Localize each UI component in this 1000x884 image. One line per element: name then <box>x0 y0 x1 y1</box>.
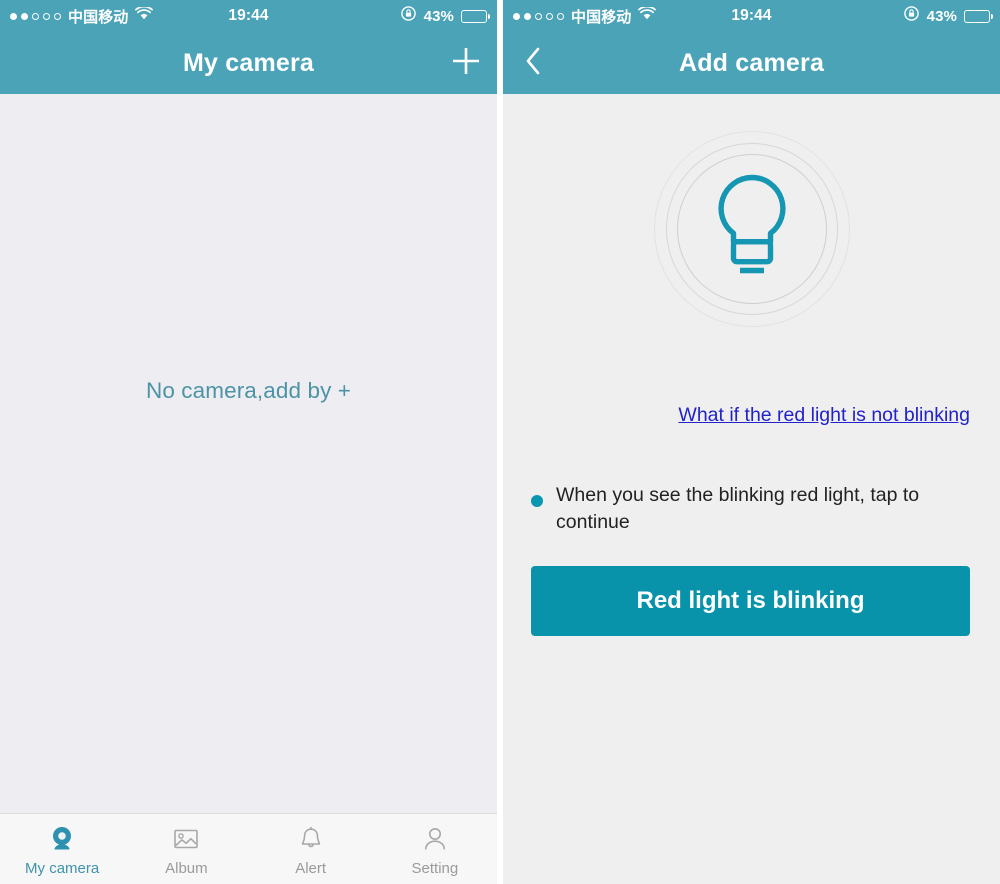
status-bar-left-group: 中国移动 <box>10 5 154 27</box>
signal-strength-icon <box>513 12 564 20</box>
battery-percent-label: 43% <box>423 7 454 25</box>
tab-label-setting: Setting <box>411 860 459 877</box>
bottom-tab-bar: My camera Album Alert Setting <box>0 813 497 884</box>
camera-icon <box>47 823 77 855</box>
wifi-icon <box>135 5 154 25</box>
tab-alert[interactable]: Alert <box>249 823 373 877</box>
tab-my-camera[interactable]: My camera <box>0 823 124 877</box>
status-bar-right: 中国移动 19:44 43% <box>503 0 1000 32</box>
light-bulb-icon <box>704 172 800 287</box>
status-bar-left: 中国移动 19:44 43% <box>0 0 497 32</box>
person-icon <box>420 823 450 855</box>
battery-icon <box>461 9 491 23</box>
right-phone-screen: 中国移动 19:44 43% Add camera What if the re… <box>503 0 1000 884</box>
bulb-illustration <box>503 131 1000 327</box>
nav-bar-right: Add camera <box>503 32 1000 94</box>
plus-icon <box>449 44 483 83</box>
photo-icon <box>171 823 201 855</box>
bullet-dot-icon <box>531 495 543 507</box>
help-link-red-light[interactable]: What if the red light is not blinking <box>678 404 970 427</box>
instruction-text: When you see the blinking red light, tap… <box>556 484 920 533</box>
wifi-icon <box>638 5 657 25</box>
tab-label-my-camera: My camera <box>25 860 100 877</box>
camera-list-empty-area: No camera,add by + <box>0 94 497 813</box>
pulse-rings <box>653 131 850 327</box>
chevron-left-icon <box>521 44 547 83</box>
signal-strength-icon <box>10 12 61 20</box>
empty-state-message: No camera,add by + <box>145 378 352 403</box>
page-title: My camera <box>182 48 315 77</box>
carrier-label: 中国移动 <box>68 8 129 26</box>
page-title: Add camera <box>678 48 825 77</box>
instruction-row: When you see the blinking red light, tap… <box>531 482 972 536</box>
status-bar-right-group: 43% <box>903 5 994 27</box>
add-camera-body: What if the red light is not blinking Wh… <box>503 94 1000 884</box>
tab-setting[interactable]: Setting <box>373 823 497 877</box>
rotation-lock-icon <box>903 5 920 27</box>
tab-label-alert: Alert <box>295 860 327 877</box>
tab-label-album: Album <box>165 860 208 877</box>
add-camera-button[interactable] <box>435 32 497 94</box>
tab-album[interactable]: Album <box>124 823 248 877</box>
back-button[interactable] <box>503 32 565 94</box>
bell-icon <box>296 823 326 855</box>
carrier-label: 中国移动 <box>571 8 632 26</box>
status-bar-right-group: 43% <box>400 5 491 27</box>
battery-percent-label: 43% <box>926 7 957 25</box>
nav-bar-left: My camera <box>0 32 497 94</box>
status-bar-left-group: 中国移动 <box>513 5 657 27</box>
red-light-blinking-button[interactable]: Red light is blinking <box>531 566 970 636</box>
screenshot-stage: 中国移动 19:44 43% My camera No camera,add b… <box>0 0 1000 884</box>
battery-icon <box>964 9 994 23</box>
rotation-lock-icon <box>400 5 417 27</box>
left-phone-screen: 中国移动 19:44 43% My camera No camera,add b… <box>0 0 497 884</box>
